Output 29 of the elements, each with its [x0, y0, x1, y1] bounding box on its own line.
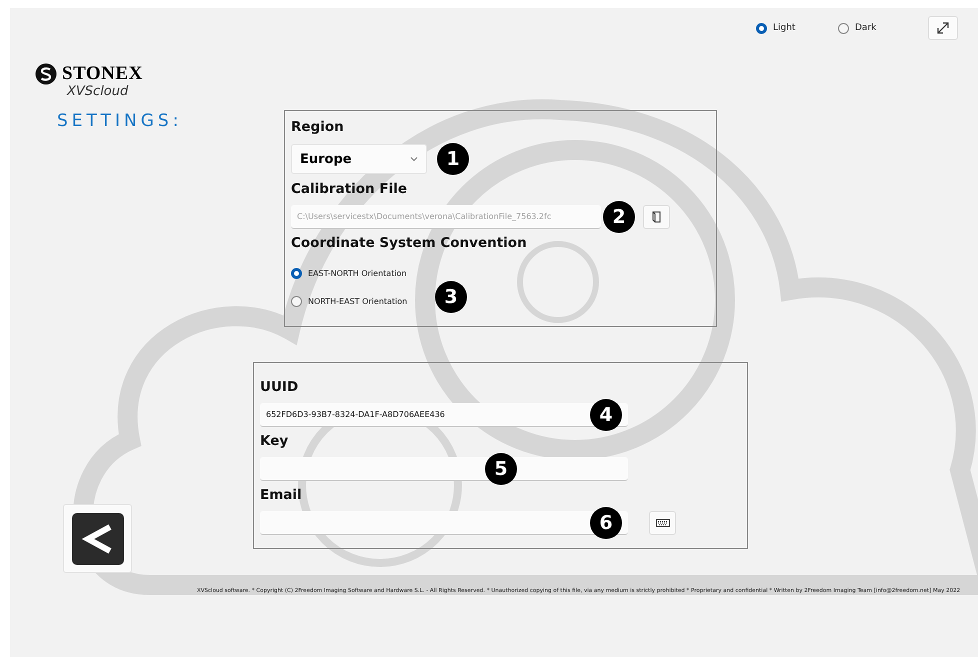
logo-icon: [35, 63, 57, 85]
expand-icon: [936, 21, 950, 35]
callout-number: 2: [603, 201, 635, 233]
text-field[interactable]: [260, 511, 628, 535]
keyboard-icon: [656, 519, 670, 527]
page-title: SETTINGS:: [57, 111, 184, 131]
field-label: Coordinate System Convention: [291, 235, 528, 253]
callout-number: 1: [437, 143, 469, 175]
field-label: Calibration File: [291, 181, 408, 199]
callout-number: 6: [590, 507, 622, 539]
fullscreen-button[interactable]: [928, 16, 958, 40]
text-field[interactable]: [260, 457, 628, 481]
callout-number: 5: [485, 453, 517, 485]
product-name: XVScloud: [67, 85, 130, 99]
browse-button[interactable]: [643, 205, 670, 229]
field-label: UUID: [260, 379, 300, 397]
field-label: Key: [260, 433, 290, 451]
callout-number: 4: [590, 399, 622, 431]
back-button[interactable]: [63, 504, 132, 573]
theme-radio[interactable]: Dark: [838, 22, 920, 34]
chevron-icon: [410, 156, 418, 162]
field-label: Email: [260, 487, 303, 505]
region-dropdown[interactable]: Europe: [291, 144, 427, 174]
brand-name: STONEX: [62, 63, 143, 85]
keyboard-button[interactable]: [649, 511, 676, 535]
field-label: Region: [291, 119, 345, 137]
theme-radio[interactable]: Light: [756, 22, 838, 34]
back-icon: [72, 512, 124, 564]
callout-number: 3: [435, 281, 467, 313]
